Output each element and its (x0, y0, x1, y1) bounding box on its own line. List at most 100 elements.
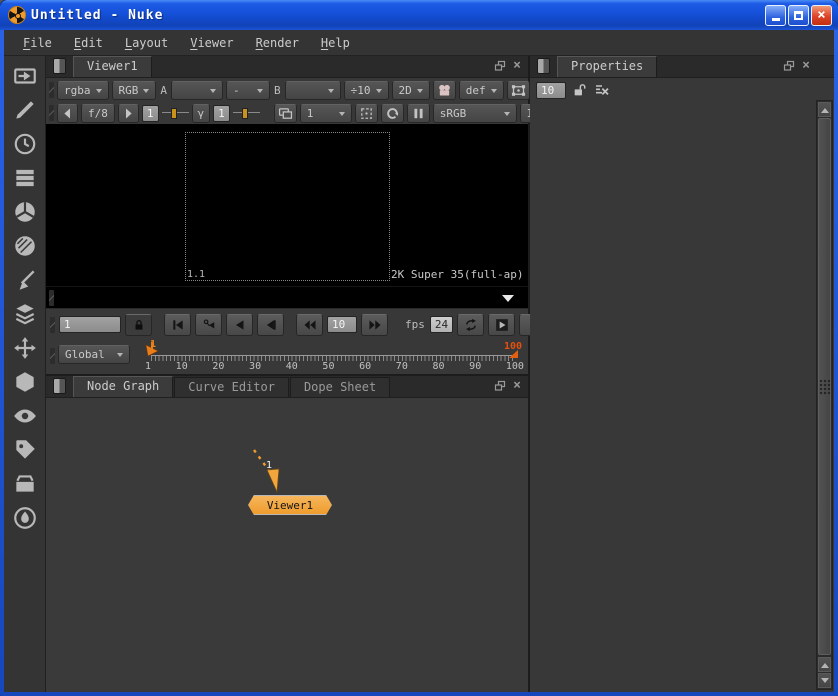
channel-icon[interactable] (12, 165, 38, 191)
transport-bar: 1 10 fps (46, 308, 528, 340)
roi-button[interactable] (507, 81, 530, 100)
menu-item-render[interactable]: Render (245, 33, 310, 53)
gain-field[interactable]: 1 (142, 105, 159, 122)
viewer-input-arrow[interactable]: 1 (246, 448, 290, 496)
zoombar-dropdown-icon[interactable] (502, 295, 514, 308)
keyer-icon[interactable] (12, 267, 38, 293)
minimize-button[interactable] (765, 5, 786, 26)
out-frame-marker[interactable] (509, 350, 518, 358)
gamma-toggle[interactable]: γ (192, 104, 211, 123)
prev-keyframe-button[interactable] (195, 314, 222, 336)
in-frame-label: 1 (150, 339, 156, 350)
float-pane-icon[interactable] (494, 60, 506, 72)
close-pane-icon[interactable]: × (513, 60, 521, 72)
tab-dope-sheet[interactable]: Dope Sheet (290, 377, 390, 397)
float-pane-icon[interactable] (494, 380, 506, 392)
tab-viewer1[interactable]: Viewer1 (73, 56, 152, 77)
row-drag-grip[interactable] (49, 105, 54, 121)
view-dimension-dropdown[interactable]: 2D (392, 81, 430, 100)
current-frame-field[interactable]: 1 (59, 316, 121, 333)
gain-prev-button[interactable] (57, 104, 78, 123)
close-all-panels-icon[interactable] (594, 82, 610, 98)
play-backward-button[interactable] (226, 314, 253, 336)
colorspace-dropdown[interactable]: sRGB (433, 104, 517, 123)
close-pane-icon[interactable]: × (513, 380, 521, 392)
range-mode-dropdown[interactable]: Global (58, 345, 130, 364)
blend-mode-dropdown[interactable]: - (226, 81, 270, 100)
menu-item-layout[interactable]: Layout (114, 33, 179, 53)
filter-icon[interactable] (12, 233, 38, 259)
down-arrow-icon (821, 678, 829, 687)
merge-icon[interactable] (12, 301, 38, 327)
layer-dropdown[interactable]: rgba (57, 81, 109, 100)
properties-tabbar: Properties × (530, 56, 834, 78)
jump-back-button[interactable] (296, 314, 323, 336)
properties-scrollbar[interactable] (816, 100, 833, 690)
a-buffer-dropdown[interactable] (171, 81, 223, 100)
pane-menu-button[interactable] (53, 58, 66, 74)
gain-slider[interactable] (162, 106, 189, 120)
time-icon[interactable] (12, 131, 38, 157)
monitor-out-button[interactable] (274, 104, 297, 123)
row-drag-grip[interactable] (49, 82, 54, 98)
color-icon[interactable] (12, 199, 38, 225)
refresh-button[interactable] (381, 104, 404, 123)
titlebar[interactable]: Untitled - Nuke × (0, 0, 838, 30)
maximize-button[interactable] (788, 5, 809, 26)
menu-item-file[interactable]: File (12, 33, 63, 53)
row-drag-grip[interactable] (50, 348, 55, 364)
display-channels-dropdown[interactable]: RGB (112, 81, 157, 100)
views-icon[interactable] (12, 403, 38, 429)
goto-start-button[interactable] (164, 314, 191, 336)
metadata-icon[interactable] (12, 437, 38, 463)
scroll-up-button-2[interactable] (818, 657, 831, 672)
scroll-down-button[interactable] (818, 673, 831, 688)
gain-next-button[interactable] (118, 104, 139, 123)
lock-open-icon[interactable] (572, 82, 588, 98)
gain-preset-button[interactable]: f/8 (81, 104, 115, 123)
gamma-slider[interactable] (233, 106, 260, 120)
play-forward-button[interactable] (488, 314, 515, 336)
menu-item-edit[interactable]: Edit (63, 33, 114, 53)
threed-icon[interactable] (12, 369, 38, 395)
stereo-camera-button[interactable] (433, 81, 456, 100)
float-pane-icon[interactable] (783, 60, 795, 72)
scrollbar-thumb[interactable] (818, 118, 831, 655)
downrez-dropdown[interactable]: ÷10 (344, 81, 389, 100)
close-pane-icon[interactable]: × (802, 60, 810, 72)
pane-menu-button[interactable] (537, 58, 550, 74)
row-drag-grip[interactable] (50, 317, 55, 333)
tab-curve-editor[interactable]: Curve Editor (174, 377, 289, 397)
transform-icon[interactable] (12, 335, 38, 361)
panel-limit-field[interactable]: 10 (536, 82, 566, 99)
tab-properties[interactable]: Properties (557, 56, 657, 77)
step-back-button[interactable] (257, 314, 284, 336)
timeline-ruler[interactable]: 1102030405060708090100 1 100 (143, 342, 524, 374)
other-icon[interactable] (12, 471, 38, 497)
row-drag-grip[interactable] (49, 290, 54, 306)
viewer-canvas[interactable]: 1.1 2K Super 35(full-ap) (46, 124, 528, 286)
gamma-field[interactable]: 1 (213, 105, 230, 122)
pause-button[interactable] (407, 104, 430, 123)
b-buffer-dropdown[interactable] (285, 81, 341, 100)
crop-button[interactable] (355, 104, 378, 123)
node-graph-canvas[interactable]: 1 Viewer1 (46, 398, 528, 692)
jump-forward-button[interactable] (361, 314, 388, 336)
furnace-icon[interactable] (12, 505, 38, 531)
jump-size-field[interactable]: 10 (327, 316, 357, 333)
fps-field[interactable]: 24 (430, 316, 453, 333)
close-button[interactable]: × (811, 5, 832, 26)
lock-range-button[interactable] (125, 314, 152, 336)
draw-icon[interactable] (12, 97, 38, 123)
viewer1-node[interactable]: Viewer1 (248, 495, 332, 515)
pane-menu-button[interactable] (53, 378, 66, 394)
tab-node-graph[interactable]: Node Graph (73, 376, 173, 397)
loop-mode-button[interactable] (457, 314, 484, 336)
display-number-dropdown[interactable]: 1 (300, 104, 352, 123)
lut-dropdown[interactable]: def (459, 81, 504, 100)
menu-item-viewer[interactable]: Viewer (179, 33, 244, 53)
menu-item-help[interactable]: Help (310, 33, 361, 53)
scroll-up-button[interactable] (818, 102, 831, 117)
viewer-zoombar[interactable] (46, 286, 528, 308)
image-icon[interactable] (12, 63, 38, 89)
